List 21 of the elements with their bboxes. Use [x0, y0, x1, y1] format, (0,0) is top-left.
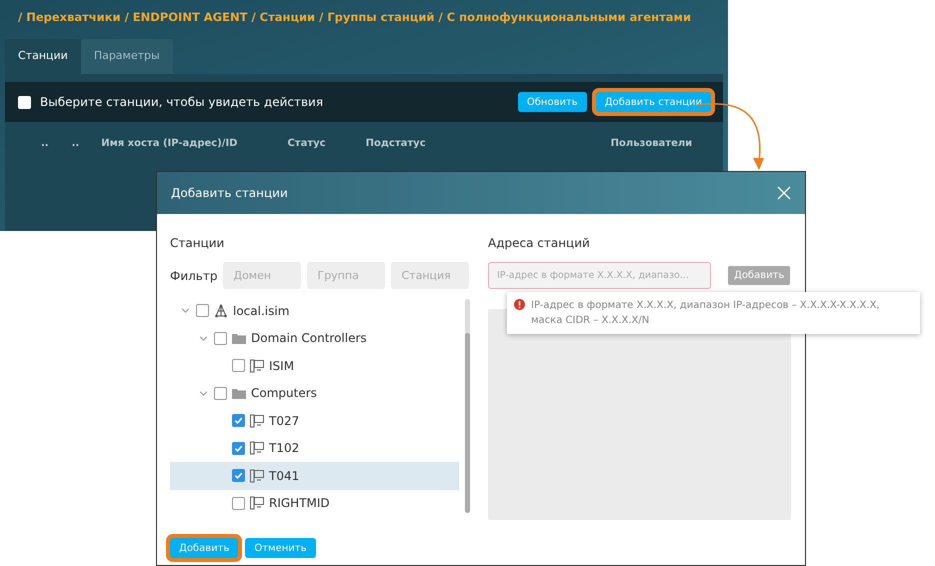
- column-header: ..: [41, 136, 49, 150]
- section-label: Адреса станций: [488, 235, 591, 252]
- tree-label: Domain Controllers: [251, 330, 367, 348]
- dialog-title: Добавить станции: [171, 185, 288, 202]
- tree-label: T041: [269, 468, 300, 485]
- error-message: IP-адрес в формате X.X.X.X, диапазон IP-адресов – X.X.X.X-X.X.X.X, маска CIDR – X.X.X.X/N: [531, 299, 881, 328]
- tree-label: Computers: [251, 385, 317, 402]
- select-all-label: Выберите станции, чтобы увидеть действия: [40, 94, 324, 111]
- breadcrumb: / Перехватчики / ENDPOINT AGENT / Станции / Группы станций / С полнофункциональными агентами: [18, 10, 692, 24]
- tree-label: RIGHTMID: [269, 495, 330, 512]
- filter-label: Фильтр: [170, 268, 218, 284]
- tree-label: ISIM: [269, 358, 294, 375]
- column-header: ..: [72, 136, 80, 150]
- column-header: Подстатус: [366, 136, 426, 150]
- section-label: Станции: [170, 235, 226, 252]
- column-header: Пользователи: [610, 136, 692, 150]
- tree-label: T102: [269, 440, 300, 458]
- tree-label: T027: [269, 412, 300, 430]
- tree-label: local.isim: [233, 302, 290, 320]
- column-header: Статус: [287, 136, 326, 150]
- column-header: Имя хоста (IP-адрес)/ID: [101, 136, 238, 150]
